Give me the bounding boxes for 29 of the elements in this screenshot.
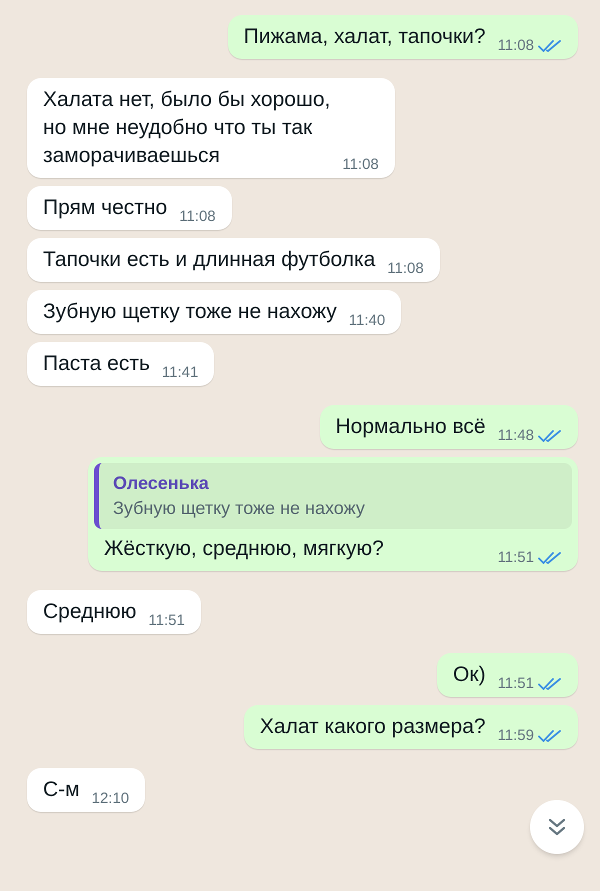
scroll-down-button[interactable] xyxy=(530,800,584,854)
quoted-author: Олесенька xyxy=(113,472,210,495)
message-text: Жёсткую, среднюю, мягкую? xyxy=(104,536,384,562)
message-time: 11:51 xyxy=(498,674,534,694)
message-time: 11:48 xyxy=(498,426,534,446)
message-text: Пижама, халат, тапочки? xyxy=(244,24,486,50)
message-time: 11:41 xyxy=(162,362,198,382)
message-text: Халат какого размера? xyxy=(260,714,486,740)
quoted-text: Зубную щетку тоже не нахожу xyxy=(113,497,366,520)
message-text: Халата нет, было бы хорошо, но мне неудобно что ты так заморачиваешься xyxy=(43,87,330,169)
message-text: Тапочки есть и длинная футболка xyxy=(43,247,376,273)
message-text: Паста есть xyxy=(43,351,150,377)
message-time: 11:40 xyxy=(348,310,386,330)
message-text: Нормально всё xyxy=(336,414,486,440)
message-text: Ок) xyxy=(453,662,486,688)
message-text: Среднюю xyxy=(43,599,136,625)
message-time: 11:59 xyxy=(498,726,534,746)
message-text: Прям честно xyxy=(43,195,168,221)
message-time: 11:08 xyxy=(179,206,216,226)
message-text: Зубную щетку тоже не нахожу xyxy=(43,299,337,325)
message-time: 11:51 xyxy=(148,610,185,630)
message-text: С-м xyxy=(43,777,80,803)
message-time: 11:08 xyxy=(342,154,379,174)
double-chevron-down-icon xyxy=(546,816,568,838)
message-time: 11:51 xyxy=(498,548,534,568)
message-time: 11:08 xyxy=(387,258,424,278)
quoted-message[interactable]: Олесенька Зубную щетку тоже не нахожу xyxy=(94,463,572,529)
message-time: 11:08 xyxy=(498,36,534,56)
message-time: 12:10 xyxy=(92,788,130,808)
